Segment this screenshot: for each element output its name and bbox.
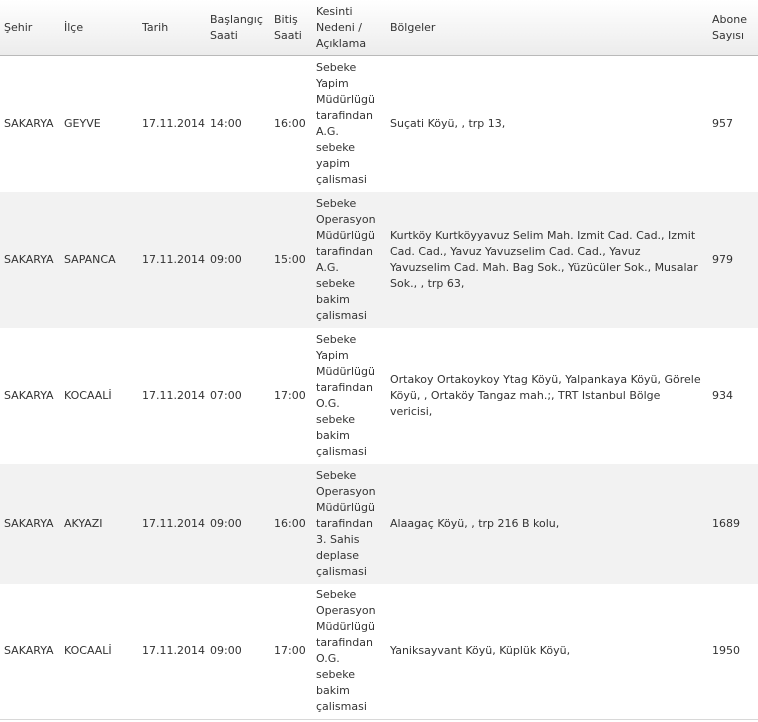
table-row: SAKARYA AKYAZI 17.11.2014 09:00 16:00 Se…	[0, 463, 758, 584]
cell-date: 17.11.2014	[142, 116, 205, 130]
table-row: SAKARYA SAPANCA 17.11.2014 09:00 15:00 S…	[0, 191, 758, 328]
cell-regions: Alaagaç Köyü, , trp 216 B kolu,	[390, 516, 560, 530]
cell-start-time: 07:00	[210, 388, 242, 402]
cell-start-time: 14:00	[210, 116, 242, 130]
cell-district: GEYVE	[64, 116, 101, 130]
cell-city: SAKARYA	[4, 252, 54, 266]
cell-subscribers: 957	[712, 116, 733, 130]
cell-subscribers: 934	[712, 388, 733, 402]
cell-end-time: 17:00	[274, 388, 306, 402]
cell-subscribers: 1950	[712, 644, 740, 658]
header-row: Şehir İlçe Tarih Başlangıç Saati Bitiş S…	[0, 0, 758, 56]
table-row: SAKARYA KOCAALİ 17.11.2014 07:00 17:00 S…	[0, 327, 758, 464]
cell-reason-text: Sebeke Yapim Müdürlügü tarafindan O.G. s…	[316, 332, 375, 458]
cell-district: KOCAALİ	[64, 644, 112, 658]
cell-district: KOCAALİ	[64, 388, 112, 402]
header-city[interactable]: Şehir	[0, 0, 64, 56]
cell-city: SAKARYA	[4, 116, 54, 130]
cell-city: SAKARYA	[4, 644, 54, 658]
cell-date: 17.11.2014	[142, 644, 205, 658]
cell-regions: Yaniksayvant Köyü, Küplük Köyü,	[390, 644, 571, 658]
cell-date: 17.11.2014	[142, 516, 205, 530]
cell-start-time: 09:00	[210, 516, 242, 530]
cell-reason: Sebeke Operasyon Müdürlügü tarafindan 3.…	[316, 464, 390, 584]
cell-reason-text: Sebeke Operasyon Müdürlügü tarafindan 3.…	[316, 468, 376, 578]
header-district[interactable]: İlçe	[64, 0, 142, 56]
header-start-time-label: Başlangıç Saati	[210, 12, 263, 42]
header-reason-label: Kesinti Nedeni / Açıklama	[316, 4, 367, 50]
cell-date: 17.11.2014	[142, 252, 205, 266]
cell-reason: Sebeke Operasyon Müdürlügü tarafindan A.…	[316, 192, 390, 328]
cell-date: 17.11.2014	[142, 388, 205, 402]
cell-end-time: 15:00	[274, 252, 306, 266]
cell-city: SAKARYA	[4, 388, 54, 402]
header-date[interactable]: Tarih	[142, 0, 210, 56]
outage-table: Şehir İlçe Tarih Başlangıç Saati Bitiş S…	[0, 0, 758, 720]
cell-end-time: 17:00	[274, 644, 306, 658]
header-end-time[interactable]: Bitiş Saati	[274, 0, 316, 56]
table-row: SAKARYA GEYVE 17.11.2014 14:00 16:00 Seb…	[0, 55, 758, 192]
cell-reason: Sebeke Yapim Müdürlügü tarafindan O.G. s…	[316, 328, 390, 464]
cell-regions: Kurtköy Kurtköyyavuz Selim Mah. Izmit Ca…	[390, 228, 698, 290]
cell-reason-text: Sebeke Operasyon Müdürlügü tarafindan A.…	[316, 196, 376, 322]
header-subscribers-label: Abone Sayısı	[712, 12, 747, 42]
cell-reason: Sebeke Operasyon Müdürlügü tarafindan O.…	[316, 584, 390, 720]
header-start-time[interactable]: Başlangıç Saati	[210, 0, 274, 56]
header-end-time-label: Bitiş Saati	[274, 12, 302, 42]
cell-reason-text: Sebeke Operasyon Müdürlügü tarafindan O.…	[316, 588, 376, 714]
cell-start-time: 09:00	[210, 644, 242, 658]
cell-reason-text: Sebeke Yapim Müdürlügü tarafindan A.G. s…	[316, 60, 375, 186]
cell-subscribers: 1689	[712, 516, 740, 530]
header-subscribers[interactable]: Abone Sayısı	[712, 0, 758, 56]
cell-end-time: 16:00	[274, 516, 306, 530]
table-row: SAKARYA KOCAALİ 17.11.2014 09:00 17:00 S…	[0, 583, 758, 720]
header-reason[interactable]: Kesinti Nedeni / Açıklama	[316, 0, 390, 56]
cell-district: SAPANCA	[64, 252, 116, 266]
cell-regions: Ortakoy Ortakoykoy Ytag Köyü, Yalpankaya…	[390, 372, 701, 418]
cell-regions: Suçati Köyü, , trp 13,	[390, 116, 506, 130]
cell-district: AKYAZI	[64, 516, 103, 530]
cell-reason: Sebeke Yapim Müdürlügü tarafindan A.G. s…	[316, 56, 390, 192]
cell-start-time: 09:00	[210, 252, 242, 266]
cell-end-time: 16:00	[274, 116, 306, 130]
cell-subscribers: 979	[712, 252, 733, 266]
cell-city: SAKARYA	[4, 516, 54, 530]
header-regions[interactable]: Bölgeler	[390, 0, 712, 56]
